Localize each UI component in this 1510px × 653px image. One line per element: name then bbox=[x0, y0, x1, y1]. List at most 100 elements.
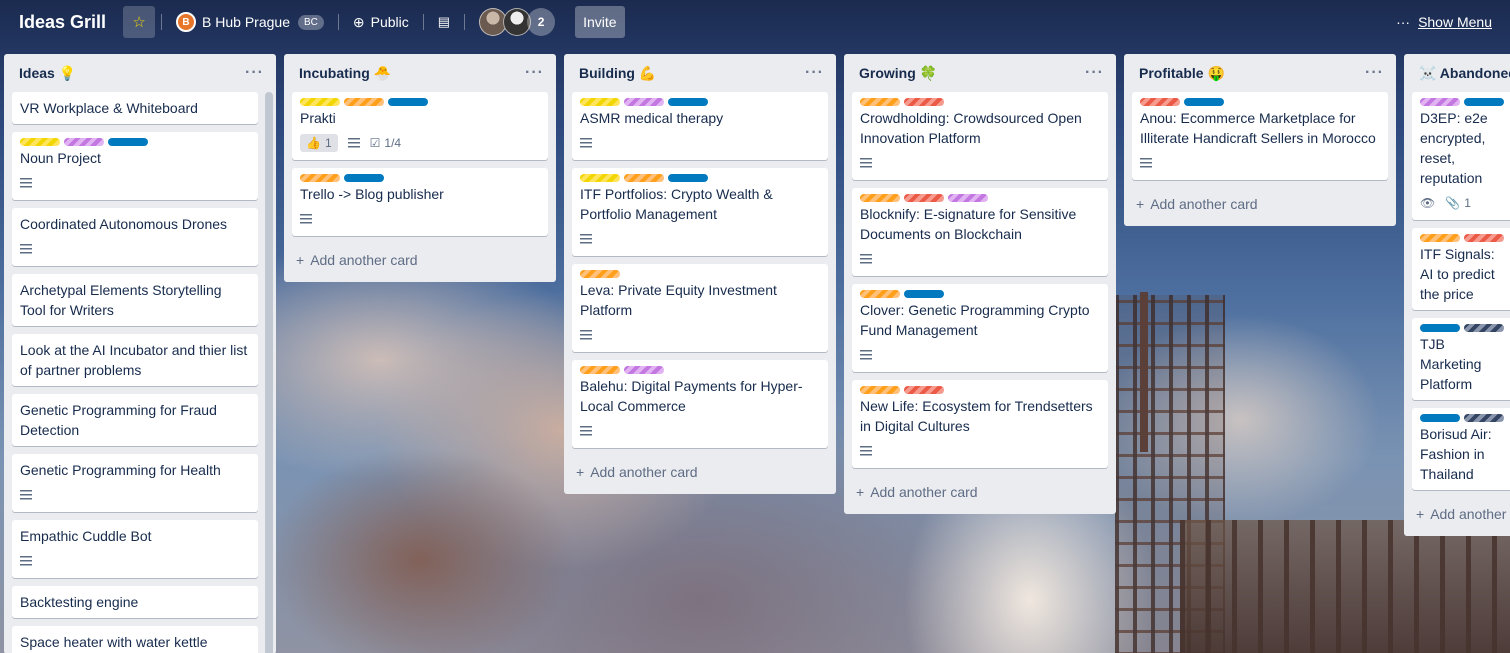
list-menu-icon[interactable]: ··· bbox=[1365, 64, 1384, 82]
attachment-badge: 📎 1 bbox=[1445, 196, 1471, 210]
list-header[interactable]: Profitable 🤑 ··· bbox=[1132, 54, 1388, 92]
plus-icon: + bbox=[576, 464, 585, 480]
add-card-button[interactable]: + Add another card bbox=[1412, 498, 1510, 530]
list-menu-icon[interactable]: ··· bbox=[525, 64, 544, 82]
visibility-label: Public bbox=[370, 14, 409, 30]
card[interactable]: ASMR medical therapy bbox=[572, 92, 828, 160]
card-title: Look at the AI Incubator and thier list … bbox=[20, 342, 248, 378]
card-labels bbox=[1420, 234, 1510, 242]
card[interactable]: Coordinated Autonomous Drones bbox=[12, 208, 258, 266]
add-card-button[interactable]: + Add another card bbox=[1132, 188, 1388, 220]
list-header[interactable]: Growing 🍀 ··· bbox=[852, 54, 1108, 92]
card[interactable]: Look at the AI Incubator and thier list … bbox=[12, 334, 258, 386]
thumbs-up-icon: 👍 bbox=[306, 136, 321, 150]
list-title[interactable]: ☠️ Abandoned bbox=[1419, 65, 1510, 82]
list-header[interactable]: Ideas 💡 ··· bbox=[12, 54, 268, 92]
card-title: ITF Signals: AI to predict the price bbox=[1420, 246, 1495, 302]
plus-icon: + bbox=[296, 252, 305, 268]
list-title[interactable]: Growing 🍀 bbox=[859, 65, 937, 82]
board-title[interactable]: Ideas Grill bbox=[8, 12, 117, 33]
list-scrollbar[interactable] bbox=[265, 92, 273, 653]
card[interactable]: TJB Marketing Platform bbox=[1412, 318, 1510, 400]
card[interactable]: Anou: Ecommerce Marketplace for Illitera… bbox=[1132, 92, 1388, 180]
visibility-button[interactable]: ⊕ Public bbox=[345, 6, 417, 38]
card-title: Backtesting engine bbox=[20, 594, 139, 610]
list-header[interactable]: Incubating 🐣 ··· bbox=[292, 54, 548, 92]
checkbox-icon: ☑ bbox=[369, 136, 381, 150]
card[interactable]: ITF Portfolios: Crypto Wealth & Portfoli… bbox=[572, 168, 828, 256]
add-card-button[interactable]: + Add another card bbox=[852, 476, 1108, 508]
card[interactable]: New Life: Ecosystem for Trendsetters in … bbox=[852, 380, 1108, 468]
card[interactable]: Leva: Private Equity Investment Platform bbox=[572, 264, 828, 352]
description-icon bbox=[580, 138, 592, 148]
list-title[interactable]: Ideas 💡 bbox=[19, 65, 76, 82]
checklist-badge: ☑ 1/4 bbox=[369, 136, 402, 150]
paperclip-icon: 📎 bbox=[1445, 196, 1461, 210]
card[interactable]: Archetypal Elements Storytelling Tool fo… bbox=[12, 274, 258, 326]
card[interactable]: ITF Signals: AI to predict the price bbox=[1412, 228, 1510, 310]
card[interactable]: Genetic Programming for Health bbox=[12, 454, 258, 512]
card[interactable]: Borisud Air: Fashion in Thailand bbox=[1412, 408, 1510, 490]
card-title: Genetic Programming for Health bbox=[20, 462, 221, 478]
add-card-button[interactable]: + Add another card bbox=[292, 244, 548, 276]
card-title: TJB Marketing Platform bbox=[1420, 336, 1482, 392]
board-header: Ideas Grill ☆ B B Hub Prague BC ⊕ Public… bbox=[0, 0, 1510, 44]
add-card-button[interactable]: + Add another card bbox=[572, 456, 828, 488]
show-menu-button[interactable]: ··· Show Menu bbox=[1396, 14, 1502, 30]
description-icon bbox=[20, 244, 32, 254]
list-title[interactable]: Incubating 🐣 bbox=[299, 65, 391, 82]
vote-badge[interactable]: 👍 1 bbox=[300, 134, 338, 152]
list-header[interactable]: Building 💪 ··· bbox=[572, 54, 828, 92]
team-button[interactable]: B B Hub Prague BC bbox=[168, 6, 332, 38]
card[interactable]: Balehu: Digital Payments for Hyper-Local… bbox=[572, 360, 828, 448]
card-labels bbox=[1420, 324, 1510, 332]
archive-button[interactable]: ▤ bbox=[430, 6, 458, 38]
card-labels bbox=[580, 98, 820, 106]
plus-icon: + bbox=[1416, 506, 1425, 522]
card-title: VR Workplace & Whiteboard bbox=[20, 100, 198, 116]
card-labels bbox=[580, 174, 820, 182]
more-icon: ··· bbox=[1396, 14, 1411, 30]
star-board-button[interactable]: ☆ bbox=[123, 6, 156, 38]
card[interactable]: Trello -> Blog publisher bbox=[292, 168, 548, 236]
card[interactable]: Genetic Programming for Fraud Detection bbox=[12, 394, 258, 446]
list-title[interactable]: Building 💪 bbox=[579, 65, 656, 82]
list-title[interactable]: Profitable 🤑 bbox=[1139, 65, 1225, 82]
card-title: Space heater with water kettle bbox=[20, 634, 208, 650]
team-name: B Hub Prague bbox=[202, 14, 290, 30]
description-icon bbox=[20, 556, 32, 566]
card[interactable]: Backtesting engine bbox=[12, 586, 258, 618]
list-menu-icon[interactable]: ··· bbox=[245, 64, 264, 82]
card-labels bbox=[860, 386, 1100, 394]
card[interactable]: D3EP: e2e encrypted, reset, reputation 👁… bbox=[1412, 92, 1510, 220]
description-icon bbox=[300, 214, 312, 224]
card[interactable]: Clover: Genetic Programming Crypto Fund … bbox=[852, 284, 1108, 372]
list-menu-icon[interactable]: ··· bbox=[1085, 64, 1104, 82]
list-building: Building 💪 ··· ASMR medical therapy ITF … bbox=[564, 54, 836, 494]
card[interactable]: Space heater with water kettle bbox=[12, 626, 258, 653]
list-ideas: Ideas 💡 ··· VR Workplace & Whiteboard No… bbox=[4, 54, 276, 653]
plus-icon: + bbox=[1136, 196, 1145, 212]
card-title: Archetypal Elements Storytelling Tool fo… bbox=[20, 282, 222, 318]
card[interactable]: VR Workplace & Whiteboard bbox=[12, 92, 258, 124]
description-icon bbox=[20, 178, 32, 188]
card-title: Coordinated Autonomous Drones bbox=[20, 216, 228, 232]
card[interactable]: Empathic Cuddle Bot bbox=[12, 520, 258, 578]
card[interactable]: Noun Project bbox=[12, 132, 258, 200]
card-title: Prakti bbox=[300, 110, 336, 126]
card-title: Balehu: Digital Payments for Hyper-Local… bbox=[580, 378, 803, 414]
invite-button[interactable]: Invite bbox=[575, 6, 625, 38]
description-icon bbox=[580, 426, 592, 436]
card[interactable]: Blocknify: E-signature for Sensitive Doc… bbox=[852, 188, 1108, 276]
list-header[interactable]: ☠️ Abandoned bbox=[1412, 54, 1510, 92]
card-title: Borisud Air: Fashion in Thailand bbox=[1420, 426, 1492, 482]
globe-icon: ⊕ bbox=[352, 13, 365, 30]
description-icon bbox=[860, 446, 872, 456]
show-menu-label: Show Menu bbox=[1418, 14, 1492, 30]
card[interactable]: Prakti 👍 1 ☑ 1/4 bbox=[292, 92, 548, 160]
description-icon bbox=[580, 330, 592, 340]
card[interactable]: Crowdholding: Crowdsourced Open Innovati… bbox=[852, 92, 1108, 180]
list-menu-icon[interactable]: ··· bbox=[805, 64, 824, 82]
member-overflow-count[interactable]: 2 bbox=[527, 8, 556, 36]
description-icon bbox=[860, 254, 872, 264]
